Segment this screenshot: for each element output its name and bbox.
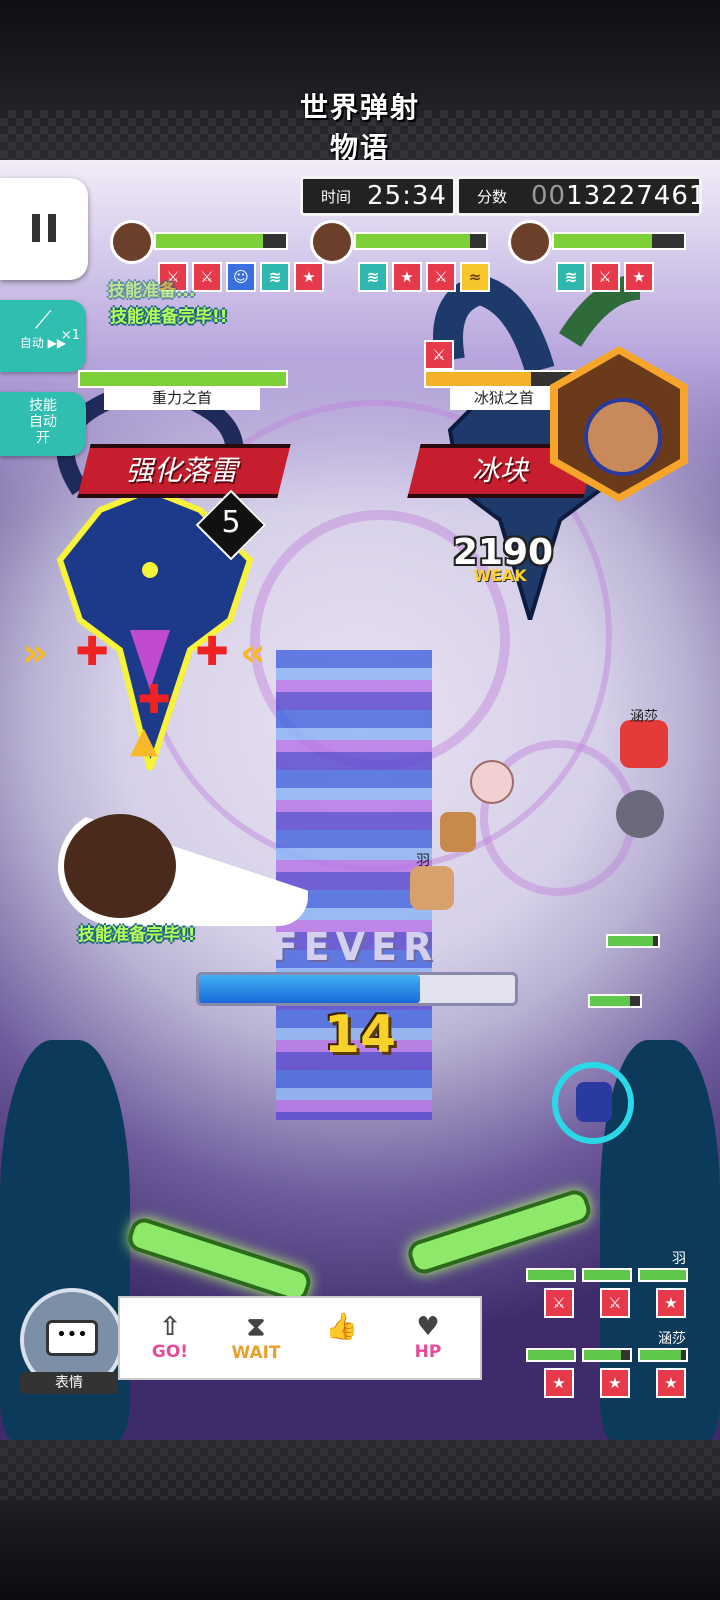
time-value: 25:34	[367, 181, 447, 211]
emote-label: 表情	[20, 1372, 118, 1394]
target-cross-icon: ✚	[137, 677, 171, 723]
skill-ready-text: 技能准备完毕!!	[110, 307, 228, 327]
wing-skill-icon: ≋	[556, 262, 586, 292]
emote-item[interactable]: ⧗ WAIT	[216, 1312, 296, 1363]
turn-counter: 5	[221, 505, 241, 540]
skill-ready-text-faded: 技能准备...	[108, 281, 196, 301]
arrow-icon: ⇧	[159, 1312, 181, 1342]
star-skill-icon: ★	[600, 1368, 630, 1398]
emote-panel: ⇧ GO! ⧗ WAIT 👍 ♥ HP	[118, 1296, 482, 1380]
pause-icon	[32, 214, 40, 242]
arrow-left-icon: «	[240, 630, 266, 676]
target-cross-icon: ✚	[75, 629, 109, 675]
emote-item[interactable]: ♥ HP	[388, 1312, 468, 1362]
fever-gauge-fill	[199, 975, 421, 1003]
wing-skill-icon: ≋	[260, 262, 290, 292]
star-skill-icon: ★	[392, 262, 422, 292]
boss-name: 重力之首	[104, 386, 260, 410]
score-label: 分数	[477, 188, 508, 206]
character-sprite	[470, 760, 514, 804]
character-sprite	[440, 812, 476, 852]
target-cross-icon: ✚	[195, 629, 229, 675]
party-hp-bar	[552, 232, 686, 250]
arrow-right-icon: »	[22, 630, 48, 676]
panel-hp-bar	[638, 1348, 688, 1362]
skill-auto-state: 开	[36, 430, 50, 446]
arrow-up-icon: ▲	[130, 720, 158, 761]
emote-label-text: HP	[414, 1342, 442, 1362]
auto-button[interactable]: ⟋ 自动 ▶▶ ×1	[0, 300, 86, 372]
panel-character-name: 涵莎	[658, 1331, 686, 1347]
pinball-ball-character	[552, 1062, 634, 1144]
panel-character-name: 羽	[672, 1251, 686, 1267]
star-skill-icon: ★	[294, 262, 324, 292]
party-portrait	[110, 220, 154, 264]
heart-icon: ♥	[416, 1312, 440, 1342]
boss-skill-banner: 强化落雷	[77, 444, 291, 498]
thumbs-up-icon: 👍	[325, 1312, 359, 1342]
bottom-bar	[0, 1440, 720, 1600]
score-box: 分数 0013227461	[456, 176, 705, 216]
emote-label-text: WAIT	[231, 1343, 281, 1363]
sword-skill-icon: ⚔	[192, 262, 222, 292]
skill-ready-text: 技能准备完毕!!	[78, 925, 196, 945]
star-skill-icon: ★	[544, 1368, 574, 1398]
emote-label-text: GO!	[151, 1342, 189, 1362]
party-hp-fill	[554, 234, 652, 248]
sword-skill-icon: ⚔	[600, 1288, 630, 1318]
character-sprite	[410, 866, 454, 910]
party-portrait	[508, 220, 552, 264]
panel-hp-bar	[582, 1348, 632, 1362]
bottom-checker-pattern	[0, 1440, 720, 1500]
panel-hp-bar	[526, 1348, 576, 1362]
party-hp-fill	[156, 234, 263, 248]
party-hp-fill	[356, 234, 471, 248]
panel-hp-bar	[638, 1268, 688, 1282]
character-name: 涵莎	[630, 709, 658, 725]
party-hp-bar	[154, 232, 288, 250]
chat-bubble-icon: •••	[46, 1320, 98, 1356]
emote-item[interactable]: 👍	[302, 1312, 382, 1342]
time-label: 时间	[321, 188, 352, 206]
wing-skill-icon: ≋	[358, 262, 388, 292]
character-hp-bar	[606, 934, 660, 948]
character-sprite	[620, 720, 668, 768]
score-prefix: 00	[531, 181, 567, 211]
character-sprite	[616, 790, 664, 838]
fever-gauge	[196, 972, 518, 1006]
sword-skill-icon: ⚔	[544, 1288, 574, 1318]
star-skill-icon: ★	[656, 1368, 686, 1398]
score-value: 13227461	[566, 181, 707, 211]
character-name: 羽	[416, 853, 430, 869]
boss-name: 冰狱之首	[450, 386, 558, 410]
hourglass-icon: ⧗	[246, 1312, 266, 1342]
party-hp-bar	[354, 232, 488, 250]
character-hp-bar	[588, 994, 642, 1008]
skill-auto-button[interactable]: 技能 自动 开	[0, 392, 86, 456]
sword-skill-icon: ⚔	[590, 262, 620, 292]
star-skill-icon: ★	[624, 262, 654, 292]
combo-counter: 14	[323, 1005, 397, 1065]
timer-box: 时间 25:34	[300, 176, 456, 216]
panel-hp-bar	[526, 1268, 576, 1282]
auto-multiplier: ×1	[60, 328, 80, 343]
glasses-face-icon	[584, 398, 662, 476]
panel-hp-bar	[582, 1268, 632, 1282]
shield-break-icon: ⚔	[424, 340, 454, 370]
flame-skill-icon: ≈	[460, 262, 490, 292]
sword-skill-icon: ⚔	[426, 262, 456, 292]
fever-label: FEVER	[271, 925, 439, 969]
emote-item[interactable]: ⇧ GO!	[130, 1312, 210, 1362]
pause-button[interactable]	[0, 178, 88, 280]
skill-auto-line1: 技能	[29, 398, 57, 414]
game-logo: 世界弹射物语	[299, 91, 420, 164]
skill-auto-line2: 自动	[29, 414, 57, 430]
party-portrait	[310, 220, 354, 264]
star-skill-icon: ★	[656, 1288, 686, 1318]
hero-skill-icon: ☺	[226, 262, 256, 292]
weak-tag: WEAK	[473, 566, 527, 585]
skill-cutin-portrait	[64, 814, 176, 918]
